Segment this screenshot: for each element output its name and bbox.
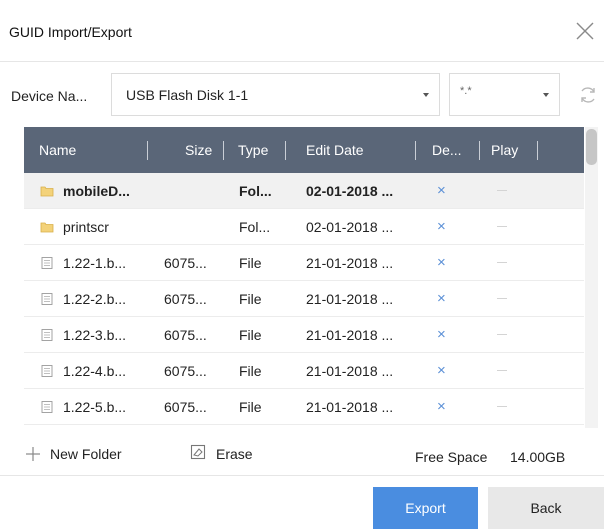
row-type: File xyxy=(239,399,262,415)
chevron-down-icon xyxy=(543,93,549,97)
device-select[interactable]: USB Flash Disk 1-1 xyxy=(111,73,440,116)
column-divider xyxy=(415,141,416,160)
play-disabled-icon xyxy=(497,262,507,263)
dialog-title: GUID Import/Export xyxy=(9,24,132,40)
row-edit-date: 02-01-2018 ... xyxy=(306,183,394,199)
vertical-scrollbar[interactable] xyxy=(585,127,598,428)
column-divider xyxy=(223,141,224,160)
table-actions-bar: New Folder Erase Free Space 14.00GB xyxy=(0,428,604,476)
row-type: File xyxy=(239,327,262,343)
column-header-type[interactable]: Type xyxy=(238,127,268,173)
row-name: 1.22-3.b... xyxy=(63,327,127,343)
delete-icon[interactable]: × xyxy=(437,353,446,389)
device-select-value: USB Flash Disk 1-1 xyxy=(126,87,249,103)
file-icon xyxy=(40,328,54,341)
file-table: Name Size Type Edit Date De... Play mobi… xyxy=(24,127,598,428)
folder-icon xyxy=(40,220,54,233)
row-edit-date: 21-01-2018 ... xyxy=(306,399,394,415)
column-divider xyxy=(479,141,480,160)
row-edit-date: 02-01-2018 ... xyxy=(306,219,394,235)
free-space-value: 14.00GB xyxy=(510,449,566,465)
row-type: Fol... xyxy=(239,183,272,199)
table-row[interactable]: mobileD... Fol... 02-01-2018 ... × xyxy=(24,173,584,209)
row-size: 6075... xyxy=(164,327,207,343)
erase-icon xyxy=(190,444,206,460)
row-size: 6075... xyxy=(164,291,207,307)
close-icon[interactable] xyxy=(572,18,598,44)
folder-icon xyxy=(40,184,54,197)
row-edit-date: 21-01-2018 ... xyxy=(306,363,394,379)
row-name: 1.22-4.b... xyxy=(63,363,127,379)
row-type: File xyxy=(239,255,262,271)
column-divider xyxy=(147,141,148,160)
chevron-down-icon xyxy=(423,93,429,97)
table-header: Name Size Type Edit Date De... Play xyxy=(24,127,584,173)
plus-icon xyxy=(26,447,40,461)
delete-icon[interactable]: × xyxy=(437,173,446,209)
row-edit-date: 21-01-2018 ... xyxy=(306,291,394,307)
row-name: 1.22-2.b... xyxy=(63,291,127,307)
back-button[interactable]: Back xyxy=(488,487,604,529)
file-icon xyxy=(40,292,54,305)
delete-icon[interactable]: × xyxy=(437,317,446,353)
row-edit-date: 21-01-2018 ... xyxy=(306,327,394,343)
row-type: File xyxy=(239,291,262,307)
file-icon xyxy=(40,364,54,377)
erase-label: Erase xyxy=(216,446,253,462)
free-space-label: Free Space xyxy=(415,449,488,465)
column-divider xyxy=(537,141,538,160)
table-row[interactable]: 1.22-5.b... 6075... File 21-01-2018 ... × xyxy=(24,389,584,425)
row-size: 6075... xyxy=(164,255,207,271)
table-row[interactable]: 1.22-1.b... 6075... File 21-01-2018 ... × xyxy=(24,245,584,281)
file-icon xyxy=(40,400,54,413)
row-size: 6075... xyxy=(164,363,207,379)
play-disabled-icon xyxy=(497,298,507,299)
row-name: 1.22-5.b... xyxy=(63,399,127,415)
delete-icon[interactable]: × xyxy=(437,245,446,281)
new-folder-label: New Folder xyxy=(50,446,122,462)
column-header-delete[interactable]: De... xyxy=(432,127,462,173)
table-row[interactable]: 1.22-4.b... 6075... File 21-01-2018 ... × xyxy=(24,353,584,389)
column-header-play[interactable]: Play xyxy=(491,127,518,173)
file-filter-value: *.* xyxy=(460,85,472,97)
dialog-header: GUID Import/Export xyxy=(0,0,604,62)
play-disabled-icon xyxy=(497,406,507,407)
row-name: mobileD... xyxy=(63,183,130,199)
table-row[interactable]: 1.22-3.b... 6075... File 21-01-2018 ... × xyxy=(24,317,584,353)
scrollbar-thumb[interactable] xyxy=(586,129,597,165)
play-disabled-icon xyxy=(497,226,507,227)
column-header-name[interactable]: Name xyxy=(39,127,76,173)
column-header-size[interactable]: Size xyxy=(185,127,212,173)
column-divider xyxy=(285,141,286,160)
row-size: 6075... xyxy=(164,399,207,415)
delete-icon[interactable]: × xyxy=(437,209,446,245)
table-row[interactable]: printscr Fol... 02-01-2018 ... × xyxy=(24,209,584,245)
row-name: 1.22-1.b... xyxy=(63,255,127,271)
delete-icon[interactable]: × xyxy=(437,389,446,425)
play-disabled-icon xyxy=(497,190,507,191)
column-header-edit-date[interactable]: Edit Date xyxy=(306,127,364,173)
row-type: File xyxy=(239,363,262,379)
file-icon xyxy=(40,256,54,269)
play-disabled-icon xyxy=(497,370,507,371)
device-name-label: Device Na... xyxy=(11,88,88,104)
file-filter-select[interactable]: *.* xyxy=(449,73,560,116)
delete-icon[interactable]: × xyxy=(437,281,446,317)
row-type: Fol... xyxy=(239,219,271,235)
export-button[interactable]: Export xyxy=(373,487,478,529)
refresh-icon[interactable] xyxy=(578,85,598,105)
row-name: printscr xyxy=(63,219,109,235)
play-disabled-icon xyxy=(497,334,507,335)
row-edit-date: 21-01-2018 ... xyxy=(306,255,394,271)
table-row[interactable]: 1.22-2.b... 6075... File 21-01-2018 ... × xyxy=(24,281,584,317)
